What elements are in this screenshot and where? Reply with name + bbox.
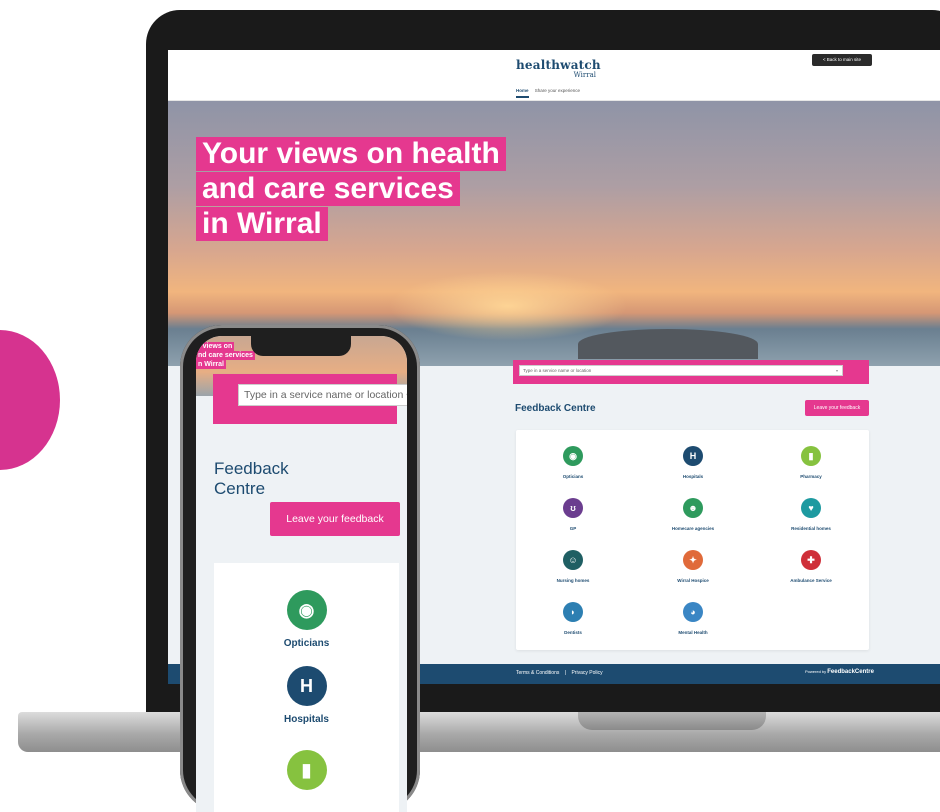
logo-area: Wirral — [573, 71, 596, 79]
service-nursing[interactable]: ☺ Nursing homes — [518, 550, 628, 583]
service-gp[interactable]: ʊ GP — [518, 498, 628, 531]
search-band: Type in a service name or location ▾ — [513, 360, 869, 384]
eye-icon: ◉ — [563, 446, 583, 466]
dove-icon: ✦ — [683, 550, 703, 570]
phone-notch — [251, 336, 351, 356]
services-card: ◉ Opticians H Hospitals ▮ Pharmacy ʊ GP … — [516, 430, 869, 650]
laptop-base — [18, 712, 940, 752]
service-label: Nursing homes — [556, 578, 590, 583]
footer-links: Terms & Conditions | Privacy Policy — [516, 670, 607, 676]
phone-service-hospitals[interactable]: H Hospitals — [214, 666, 399, 725]
search-input[interactable]: Type in a service name or location ▾ — [519, 365, 843, 376]
hospital-icon: H — [286, 666, 327, 706]
powered-by[interactable]: Powered by FeedbackCentre — [805, 669, 874, 675]
ambulance-icon: ✚ — [801, 550, 821, 570]
phone-service-opticians[interactable]: ◉ Opticians — [214, 590, 399, 649]
service-label: Ambulance Service — [790, 578, 832, 583]
service-hospitals[interactable]: H Hospitals — [638, 446, 748, 479]
sunset-glow — [388, 271, 628, 341]
phone-search-placeholder: Type in a service name or location — [244, 389, 404, 401]
phone-service-pharmacy[interactable]: ▮ — [214, 750, 399, 790]
phone-feedback-title-line-1: Feedback — [214, 459, 289, 478]
phone-hero-line-2: nd care services — [196, 351, 255, 360]
brain-icon: ◕ — [683, 602, 703, 622]
privacy-link[interactable]: Privacy Policy — [571, 670, 602, 676]
nav-share-experience[interactable]: Share your experience — [535, 88, 580, 93]
device-mockup: healthwatch Wirral < Back to main site H… — [0, 0, 940, 812]
service-label: Mental Health — [678, 630, 708, 635]
terms-link[interactable]: Terms & Conditions — [516, 670, 559, 676]
people-icon: ☻ — [683, 498, 703, 518]
service-label: Opticians — [562, 474, 584, 479]
service-homecare[interactable]: ☻ Homecare agencies — [638, 498, 748, 531]
service-label: Wirral Hospice — [677, 578, 709, 583]
service-label: Dentists — [564, 630, 582, 635]
feedback-centre-logo: FeedbackCentre — [827, 669, 874, 675]
service-label: Homecare agencies — [671, 526, 715, 531]
service-label: Hospitals — [682, 474, 704, 479]
phone-screen: r views on nd care services n Wirral Typ… — [196, 336, 407, 812]
hero-rocks — [578, 329, 758, 359]
leave-feedback-button[interactable]: Leave your feedback — [805, 400, 869, 416]
hero-line-2: and care services — [196, 172, 460, 206]
powered-prefix: Powered by — [805, 669, 827, 674]
eye-icon: ◉ — [286, 590, 327, 630]
phone-leave-feedback-button[interactable]: Leave your feedback — [270, 502, 400, 536]
site-header: healthwatch Wirral < Back to main site H… — [168, 50, 940, 101]
service-label: Pharmacy — [800, 474, 822, 479]
chevron-down-icon[interactable]: ▾ — [406, 391, 407, 400]
service-label: GP — [569, 526, 577, 531]
hospital-icon: H — [683, 446, 703, 466]
decorative-blob — [0, 330, 60, 470]
phone-feedback-title: Feedback Centre — [214, 459, 289, 499]
chevron-down-icon[interactable]: ▾ — [836, 366, 838, 376]
service-label: Opticians — [283, 638, 330, 649]
site-nav: Home Share your experience — [516, 88, 585, 98]
service-residential[interactable]: ♥ Residential homes — [756, 498, 866, 531]
back-to-main-site-button[interactable]: < Back to main site — [812, 54, 872, 66]
hero-line-3: in Wirral — [196, 207, 328, 241]
service-pharmacy[interactable]: ▮ Pharmacy — [756, 446, 866, 479]
service-dentists[interactable]: ◗ Dentists — [518, 602, 628, 635]
healthwatch-logo[interactable]: healthwatch Wirral — [516, 58, 601, 79]
service-ambulance[interactable]: ✚ Ambulance Service — [756, 550, 866, 583]
service-label: Residential homes — [791, 526, 831, 531]
logo-wordmark: healthwatch — [516, 58, 601, 72]
phone-hero-title: r views on nd care services n Wirral — [196, 342, 255, 369]
feedback-centre-title: Feedback Centre — [515, 403, 596, 414]
group-icon: ☺ — [563, 550, 583, 570]
laptop-hinge — [578, 712, 766, 730]
hero-line-1: Your views on health — [196, 137, 506, 171]
hero-title: Your views on health and care services i… — [196, 137, 506, 242]
phone-hero-line-1: r views on — [196, 342, 235, 351]
service-opticians[interactable]: ◉ Opticians — [518, 446, 628, 479]
phone-services-card: ◉ Opticians H Hospitals ▮ — [214, 563, 399, 812]
heart-hands-icon: ♥ — [801, 498, 821, 518]
phone-feedback-title-line-2: Centre — [214, 479, 266, 498]
service-hospice[interactable]: ✦ Wirral Hospice — [638, 550, 748, 583]
footer-separator: | — [564, 670, 567, 676]
nav-home[interactable]: Home — [516, 88, 529, 98]
service-mental-health[interactable]: ◕ Mental Health — [638, 602, 748, 635]
tooth-icon: ◗ — [563, 602, 583, 622]
search-placeholder: Type in a service name or location — [523, 368, 592, 373]
service-label: Hospitals — [283, 714, 329, 725]
phone-hero-line-3: n Wirral — [196, 360, 226, 369]
stethoscope-icon: ʊ — [563, 498, 583, 518]
pill-icon: ▮ — [801, 446, 821, 466]
pill-icon: ▮ — [286, 750, 327, 790]
phone-search-input[interactable]: Type in a service name or location ▾ — [238, 384, 407, 406]
